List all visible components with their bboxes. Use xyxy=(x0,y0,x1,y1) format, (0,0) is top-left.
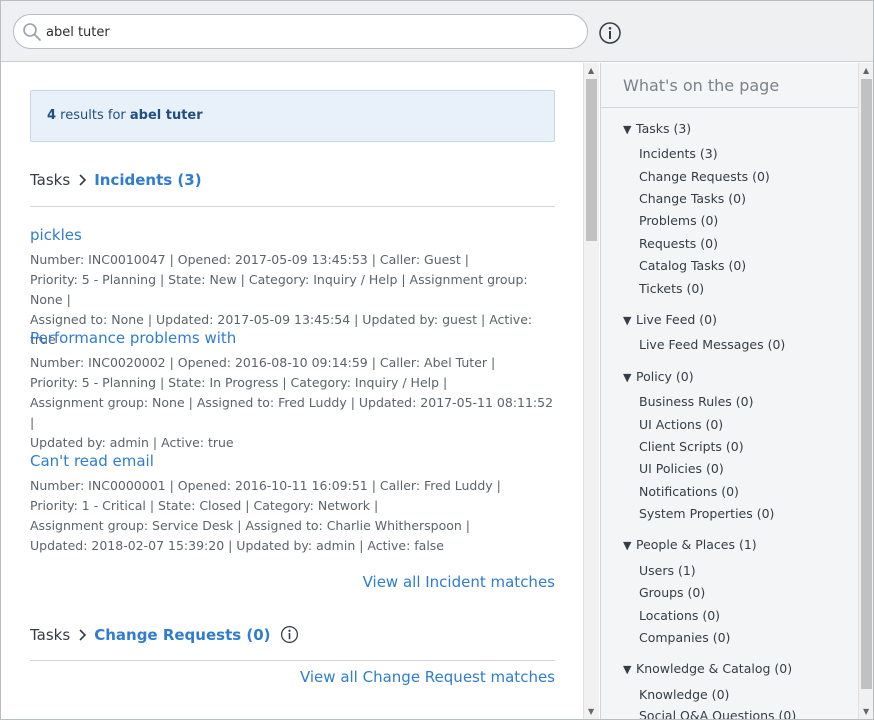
results-panel: 4 results for abel tuter Tasks Incidents… xyxy=(1,63,583,719)
toc-item[interactable]: Incidents (3) xyxy=(639,146,718,161)
view-all-incidents-link[interactable]: View all Incident matches xyxy=(363,573,555,591)
triangle-down-icon: ▼ xyxy=(623,663,632,676)
triangle-down-icon: ▼ xyxy=(623,314,632,327)
results-summary: 4 results for abel tuter xyxy=(30,90,555,142)
app-frame: 4 results for abel tuter Tasks Incidents… xyxy=(0,0,874,720)
scrollbar-thumb[interactable] xyxy=(861,79,872,689)
toc-item[interactable]: Tickets (0) xyxy=(639,281,704,296)
toc-title: What's on the page xyxy=(623,76,780,95)
search-icon xyxy=(23,23,41,41)
result-meta-line: Number: INC0020002 | Opened: 2016-08-10 … xyxy=(30,355,496,370)
toc-group-label: Knowledge & Catalog (0) xyxy=(636,661,793,676)
toc-item[interactable]: System Properties (0) xyxy=(639,506,774,521)
toc-item[interactable]: Companies (0) xyxy=(639,630,730,645)
toc-item[interactable]: Change Requests (0) xyxy=(639,169,770,184)
incidents-section-header: Tasks Incidents (3) xyxy=(30,171,555,189)
section-prefix: Tasks xyxy=(30,171,71,189)
results-scrollbar[interactable]: ▲ ▼ xyxy=(583,63,599,719)
toc-item[interactable]: Change Tasks (0) xyxy=(639,191,746,206)
result-meta: Number: INC0020002 | Opened: 2016-08-10 … xyxy=(30,353,560,453)
toc-item[interactable]: Social Q&A Questions (0) xyxy=(639,708,796,719)
triangle-down-icon: ▼ xyxy=(623,539,632,552)
toc-group-label: Live Feed (0) xyxy=(636,312,717,327)
search-input[interactable] xyxy=(46,21,566,43)
results-summary-text: results for xyxy=(56,108,130,123)
result-item: Can't read email Number: INC0000001 | Op… xyxy=(30,452,560,556)
result-meta-line: Number: INC0000001 | Opened: 2016-10-11 … xyxy=(30,478,501,493)
toc-item[interactable]: Requests (0) xyxy=(639,236,718,251)
search-box[interactable] xyxy=(13,14,588,49)
result-meta-line: Updated by: admin | Active: true xyxy=(30,435,234,450)
result-title-link[interactable]: Can't read email xyxy=(30,452,560,470)
toc-item[interactable]: UI Actions (0) xyxy=(639,417,723,432)
toc-scrollbar[interactable]: ▲ ▼ xyxy=(858,63,873,719)
result-meta-line: Assignment group: None | Assigned to: Fr… xyxy=(30,395,554,430)
change-requests-section-header: Tasks Change Requests (0) xyxy=(30,625,555,644)
result-meta-line: Assignment group: Service Desk | Assigne… xyxy=(30,518,471,533)
toc-item[interactable]: Users (1) xyxy=(639,563,696,578)
triangle-down-icon: ▼ xyxy=(623,123,632,136)
toc-item[interactable]: Client Scripts (0) xyxy=(639,439,744,454)
toc-item[interactable]: UI Policies (0) xyxy=(639,461,724,476)
result-meta-line: Priority: 1 - Critical | State: Closed |… xyxy=(30,498,379,513)
toc-item[interactable]: Business Rules (0) xyxy=(639,394,754,409)
section-prefix: Tasks xyxy=(30,625,71,644)
toc-item[interactable]: Notifications (0) xyxy=(639,484,739,499)
search-header xyxy=(1,1,873,62)
result-meta-line: Priority: 5 - Planning | State: In Progr… xyxy=(30,375,448,390)
toc-group-label: Tasks (3) xyxy=(636,121,692,136)
change-requests-link[interactable]: Change Requests (0) xyxy=(94,626,270,644)
toc-panel: What's on the page ▼ Tasks (3) Incidents … xyxy=(600,63,858,719)
toc-item[interactable]: Catalog Tasks (0) xyxy=(639,258,746,273)
toc-item[interactable]: Locations (0) xyxy=(639,608,720,623)
divider xyxy=(601,107,858,108)
scroll-down-icon[interactable]: ▼ xyxy=(588,708,596,716)
scrollbar-thumb[interactable] xyxy=(586,79,597,241)
result-meta-line: Number: INC0010047 | Opened: 2017-05-09 … xyxy=(30,252,469,267)
divider xyxy=(30,660,555,661)
view-all-change-requests-link[interactable]: View all Change Request matches xyxy=(300,668,555,686)
toc-group-people-places[interactable]: ▼ People & Places (1) xyxy=(623,537,757,552)
scroll-down-icon[interactable]: ▼ xyxy=(863,708,871,716)
scroll-up-icon[interactable]: ▲ xyxy=(588,67,596,75)
toc-group-label: Policy (0) xyxy=(636,369,694,384)
scroll-up-icon[interactable]: ▲ xyxy=(863,67,871,75)
results-count: 4 xyxy=(47,108,57,123)
chevron-right-icon xyxy=(79,628,87,641)
info-icon[interactable] xyxy=(280,625,299,644)
toc-group-tasks[interactable]: ▼ Tasks (3) xyxy=(623,121,691,136)
result-meta-line: Updated: 2018-02-07 15:39:20 | Updated b… xyxy=(30,538,445,553)
toc-item[interactable]: Knowledge (0) xyxy=(639,687,729,702)
info-icon[interactable] xyxy=(598,21,622,45)
result-item: Performance problems with Number: INC002… xyxy=(30,329,560,453)
incidents-link[interactable]: Incidents (3) xyxy=(94,171,201,189)
result-title-link[interactable]: Performance problems with xyxy=(30,329,560,347)
search-term: abel tuter xyxy=(129,108,203,123)
toc-group-policy[interactable]: ▼ Policy (0) xyxy=(623,369,694,384)
triangle-down-icon: ▼ xyxy=(623,371,632,384)
toc-group-knowledge-catalog[interactable]: ▼ Knowledge & Catalog (0) xyxy=(623,661,792,676)
toc-item[interactable]: Groups (0) xyxy=(639,585,705,600)
chevron-right-icon xyxy=(79,174,87,186)
toc-item[interactable]: Live Feed Messages (0) xyxy=(639,337,785,352)
result-title-link[interactable]: pickles xyxy=(30,226,560,244)
toc-group-label: People & Places (1) xyxy=(636,537,757,552)
toc-item[interactable]: Problems (0) xyxy=(639,213,718,228)
toc-group-live-feed[interactable]: ▼ Live Feed (0) xyxy=(623,312,717,327)
result-meta-line: Priority: 5 - Planning | State: New | Ca… xyxy=(30,272,528,307)
divider xyxy=(30,206,555,207)
result-meta: Number: INC0000001 | Opened: 2016-10-11 … xyxy=(30,476,560,556)
